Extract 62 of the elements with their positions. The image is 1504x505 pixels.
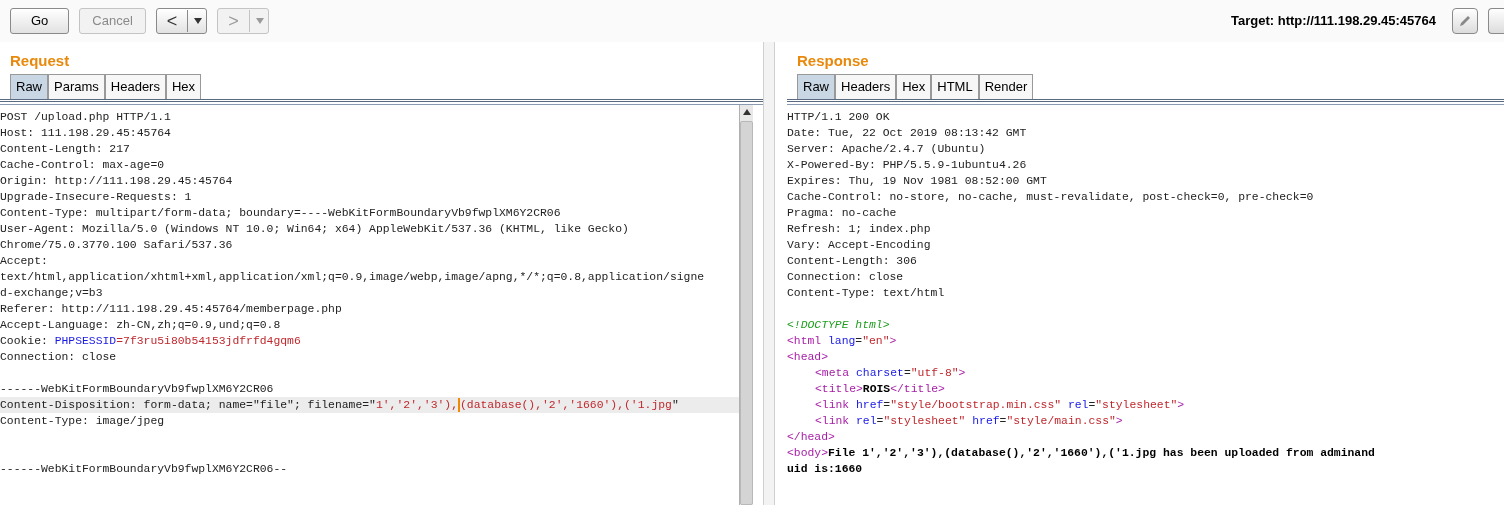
code-line: <html lang="en"> bbox=[787, 334, 898, 349]
code-line: User-Agent: Mozilla/5.0 (Windows NT 10.0; Win64; x64) AppleWebKit/537.36 (KHTML, like Gecko) bbox=[0, 222, 630, 237]
code-line: Content-Length: 306 bbox=[787, 254, 918, 269]
code-line: <link rel="stylesheet" href="style/main.css"> bbox=[814, 414, 1124, 429]
code-line: Cache-Control: max-age=0 bbox=[0, 158, 166, 173]
code-line: Content-Type: image/jpeg bbox=[0, 414, 166, 429]
dropdown-caret-icon bbox=[194, 18, 203, 24]
edit-button[interactable] bbox=[1452, 8, 1478, 34]
code-line: uid is:1660 bbox=[787, 462, 864, 477]
code-line: Expires: Thu, 19 Nov 1981 08:52:00 GMT bbox=[787, 174, 1048, 189]
code-line: <meta charset="utf-8"> bbox=[814, 366, 967, 381]
code-line: d-exchange;v=b3 bbox=[0, 286, 104, 301]
code-line: ------WebKitFormBoundaryVb9fwplXM6Y2CR06-- bbox=[0, 462, 289, 477]
code-line: Vary: Accept-Encoding bbox=[787, 238, 932, 253]
tab[interactable]: Headers bbox=[835, 74, 897, 99]
code-line: Connection: close bbox=[0, 350, 118, 365]
code-line: X-Powered-By: PHP/5.5.9-1ubuntu4.26 bbox=[787, 158, 1028, 173]
tab[interactable]: Hex bbox=[896, 74, 932, 99]
target-label: Target: http://111.198.29.45:45764 bbox=[1231, 12, 1436, 31]
tab[interactable]: Headers bbox=[104, 74, 166, 99]
code-line: Connection: close bbox=[787, 270, 905, 285]
code-line: Cache-Control: no-store, no-cache, must-revalidate, post-check=0, pre-check=0 bbox=[787, 190, 1315, 205]
help-button[interactable] bbox=[1488, 8, 1504, 34]
back-button[interactable]: < bbox=[155, 8, 208, 34]
scroll-up-arrow-icon bbox=[742, 109, 751, 115]
dropdown-caret-icon bbox=[255, 18, 264, 24]
split-handle[interactable] bbox=[763, 42, 775, 505]
pane-title: Request bbox=[9, 51, 71, 71]
code-line: <!DOCTYPE html> bbox=[787, 318, 891, 333]
tab[interactable]: Hex bbox=[165, 74, 202, 99]
code-line: Referer: http://111.198.29.45:45764/memberpage.php bbox=[0, 302, 343, 317]
code-line: Chrome/75.0.3770.100 Safari/537.36 bbox=[0, 238, 234, 253]
code-line: Content-Type: multipart/form-data; boundary=----WebKitFormBoundaryVb9fwplXM6Y2CR06 bbox=[0, 206, 562, 221]
tab[interactable]: HTML bbox=[931, 74, 979, 99]
code-line: Upgrade-Insecure-Requests: 1 bbox=[0, 190, 193, 205]
code-line: Content-Type: text/html bbox=[787, 286, 946, 301]
code-line: Host: 111.198.29.45:45764 bbox=[0, 126, 172, 141]
pencil-icon bbox=[1458, 14, 1472, 28]
code-line: Refresh: 1; index.php bbox=[787, 222, 932, 237]
code-line: <link href="style/bootstrap.min.css" rel="stylesheet"> bbox=[814, 398, 1186, 413]
code-line: POST /upload.php HTTP/1.1 bbox=[0, 110, 172, 125]
code-line: <body>File 1','2','3'),(database(),'2','1660'),('1.jpg has been uploaded from adminand bbox=[787, 446, 1376, 461]
tab[interactable]: Params bbox=[48, 74, 105, 99]
go-button[interactable]: Go bbox=[10, 8, 70, 34]
code-line: Accept: bbox=[0, 254, 49, 269]
code-line: Server: Apache/2.4.7 (Ubuntu) bbox=[787, 142, 987, 157]
code-line: Origin: http://111.198.29.45:45764 bbox=[0, 174, 234, 189]
code-line: Pragma: no-cache bbox=[787, 206, 898, 221]
code-line: Date: Tue, 22 Oct 2019 08:13:42 GMT bbox=[787, 126, 1028, 141]
pane-title: Response bbox=[796, 51, 870, 71]
code-line: HTTP/1.1 200 OK bbox=[787, 110, 891, 125]
code-line: <title>ROIS</title> bbox=[814, 382, 946, 397]
code-line: text/html,application/xhtml+xml,application/xml;q=0.9,image/webp,image/apng,*/*;q=0.8,application/signe bbox=[0, 270, 706, 285]
tab[interactable]: Raw bbox=[10, 74, 48, 99]
code-line: Content-Length: 217 bbox=[0, 142, 131, 157]
code-line: Cookie: PHPSESSID=7f3ru5i80b54153jdfrfd4gqm6 bbox=[0, 334, 302, 349]
code-line: </head> bbox=[787, 430, 836, 445]
code-line: ------WebKitFormBoundaryVb9fwplXM6Y2CR06 bbox=[0, 382, 275, 397]
tab[interactable]: Render bbox=[978, 74, 1034, 99]
tab[interactable]: Raw bbox=[797, 74, 835, 99]
code-line: Accept-Language: zh-CN,zh;q=0.9,und;q=0.8 bbox=[0, 318, 282, 333]
code-line: <head> bbox=[787, 350, 829, 365]
